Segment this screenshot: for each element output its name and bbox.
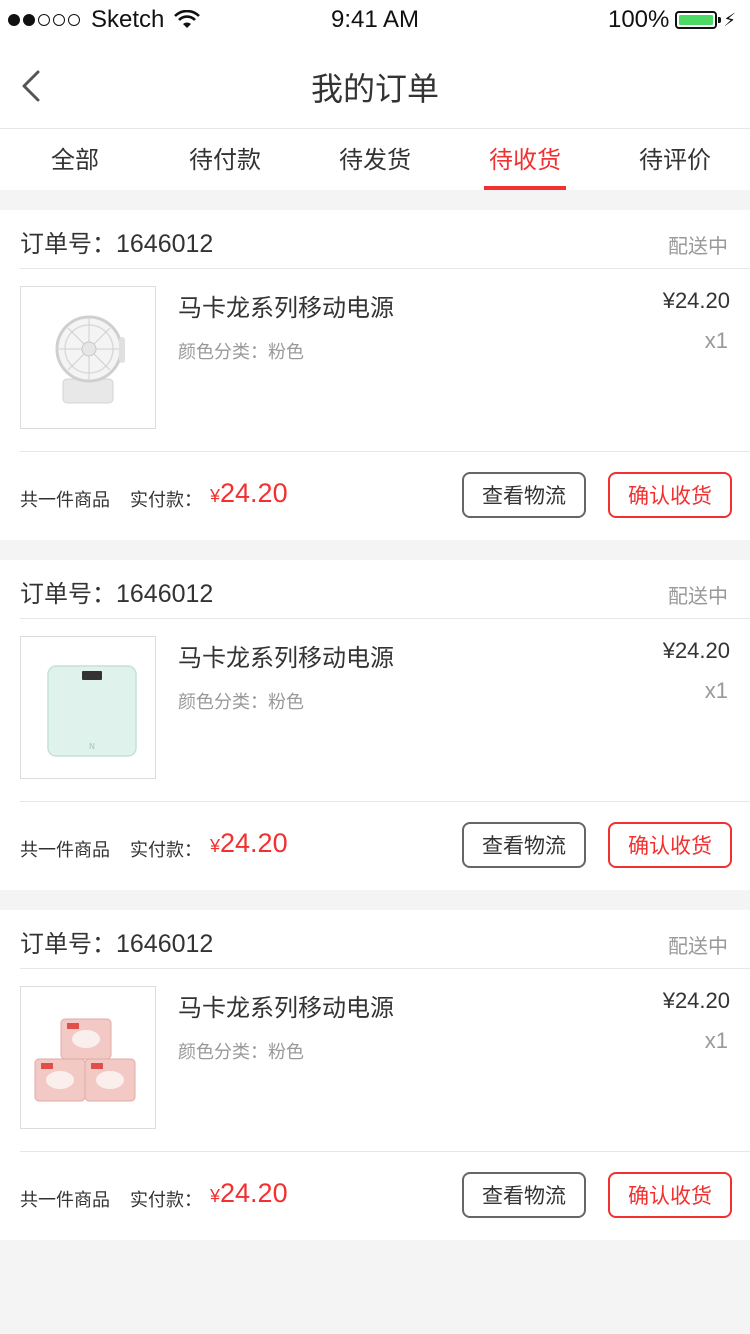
tissue-packs-image — [34, 1018, 136, 1102]
product-image[interactable]: N — [20, 636, 156, 779]
tab-pending-shipment[interactable]: 待发货 — [300, 129, 450, 190]
order-number-value: 1646012 — [116, 580, 214, 608]
paid-value: 24.20 — [220, 828, 288, 858]
product-quantity: x1 — [704, 678, 728, 703]
order-footer: 共一件商品 实付款： ¥24.20 查看物流 确认收货 — [20, 802, 750, 890]
item-count: 共一件商品 — [20, 1190, 110, 1211]
order-header: 订单号：1646012 配送中 — [20, 560, 750, 619]
battery-icon — [675, 11, 722, 29]
order-list: 订单号：1646012 配送中 马卡龙系列移动电源 颜色分类：粉色 ¥24.20… — [0, 210, 750, 1260]
order-footer: 共一件商品 实付款： ¥24.20 查看物流 确认收货 — [20, 452, 750, 540]
svg-text:N: N — [89, 742, 95, 751]
view-logistics-button[interactable]: 查看物流 — [462, 1172, 586, 1218]
order-number-label: 订单号： — [20, 930, 116, 958]
confirm-receipt-button[interactable]: 确认收货 — [608, 472, 732, 518]
paid-label: 实付款： — [130, 490, 202, 511]
product-price: ¥24.20 — [662, 638, 730, 663]
order-card: 订单号：1646012 配送中 N 马卡龙系列移动电源 颜色分类：粉色 ¥24.… — [0, 560, 750, 890]
order-number-label: 订单号： — [20, 580, 116, 608]
product-quantity: x1 — [704, 1028, 728, 1053]
tab-pending-review[interactable]: 待评价 — [600, 129, 750, 190]
product-spec: 颜色分类：粉色 — [178, 342, 304, 363]
paid-amount: ¥24.20 — [210, 478, 288, 509]
product-row[interactable]: 马卡龙系列移动电源 颜色分类：粉色 ¥24.20 x1 — [20, 268, 750, 452]
tab-pending-payment[interactable]: 待付款 — [150, 129, 300, 190]
order-number: 订单号：1646012 — [20, 924, 213, 959]
product-name: 马卡龙系列移动电源 — [178, 644, 394, 672]
paid-amount: ¥24.20 — [210, 1178, 288, 1209]
portable-fan-image — [55, 315, 125, 404]
confirm-receipt-button[interactable]: 确认收货 — [608, 822, 732, 868]
order-card: 订单号：1646012 配送中 马卡龙系列移动电源 颜色分类：粉色 ¥24.20… — [0, 910, 750, 1240]
order-status: 配送中 — [668, 584, 728, 608]
product-quantity: x1 — [704, 328, 728, 353]
view-logistics-button[interactable]: 查看物流 — [462, 472, 586, 518]
charging-bolt-icon: ⚡ — [723, 9, 736, 30]
product-name: 马卡龙系列移动电源 — [178, 994, 394, 1022]
order-number-label: 订单号： — [20, 230, 116, 258]
currency-symbol: ¥ — [210, 836, 221, 856]
paid-value: 24.20 — [220, 1178, 288, 1208]
paid-value: 24.20 — [220, 478, 288, 508]
product-image[interactable] — [20, 286, 156, 429]
battery-cap — [718, 17, 722, 23]
product-spec: 颜色分类：粉色 — [178, 692, 304, 713]
battery-status: 100% ⚡ — [608, 6, 736, 34]
order-number-value: 1646012 — [116, 230, 214, 258]
item-count: 共一件商品 — [20, 490, 110, 511]
product-price: ¥24.20 — [662, 288, 730, 313]
product-spec: 颜色分类：粉色 — [178, 1042, 304, 1063]
tab-pending-receipt[interactable]: 待收货 — [450, 129, 600, 190]
order-header: 订单号：1646012 配送中 — [20, 210, 750, 269]
page-title: 我的订单 — [310, 70, 439, 108]
paid-label: 实付款： — [130, 1190, 202, 1211]
item-count: 共一件商品 — [20, 840, 110, 861]
currency-symbol: ¥ — [210, 1186, 221, 1206]
bathroom-scale-image: N — [47, 665, 137, 757]
paid-label: 实付款： — [130, 840, 202, 861]
product-price: ¥24.20 — [662, 988, 730, 1013]
order-footer: 共一件商品 实付款： ¥24.20 查看物流 确认收货 — [20, 1152, 750, 1240]
battery-percent: 100% — [607, 6, 670, 33]
order-card: 订单号：1646012 配送中 马卡龙系列移动电源 颜色分类：粉色 ¥24.20… — [0, 210, 750, 540]
product-name: 马卡龙系列移动电源 — [178, 294, 394, 322]
battery-level — [679, 15, 714, 25]
product-image[interactable] — [20, 986, 156, 1129]
order-number: 订单号：1646012 — [20, 574, 213, 609]
status-bar: Sketch 9:41 AM 100% ⚡ — [0, 0, 750, 42]
order-status: 配送中 — [668, 934, 728, 958]
tab-all[interactable]: 全部 — [0, 129, 150, 190]
order-status: 配送中 — [668, 234, 728, 258]
view-logistics-button[interactable]: 查看物流 — [462, 822, 586, 868]
nav-bar: 我的订单 — [0, 42, 750, 129]
order-number-value: 1646012 — [116, 930, 214, 958]
order-tabs: 全部 待付款 待发货 待收货 待评价 — [0, 129, 750, 190]
order-number: 订单号：1646012 — [20, 224, 213, 259]
paid-amount: ¥24.20 — [210, 828, 288, 859]
product-row[interactable]: N 马卡龙系列移动电源 颜色分类：粉色 ¥24.20 x1 — [20, 618, 750, 802]
confirm-receipt-button[interactable]: 确认收货 — [608, 1172, 732, 1218]
currency-symbol: ¥ — [210, 486, 221, 506]
order-header: 订单号：1646012 配送中 — [20, 910, 750, 969]
product-row[interactable]: 马卡龙系列移动电源 颜色分类：粉色 ¥24.20 x1 — [20, 968, 750, 1152]
